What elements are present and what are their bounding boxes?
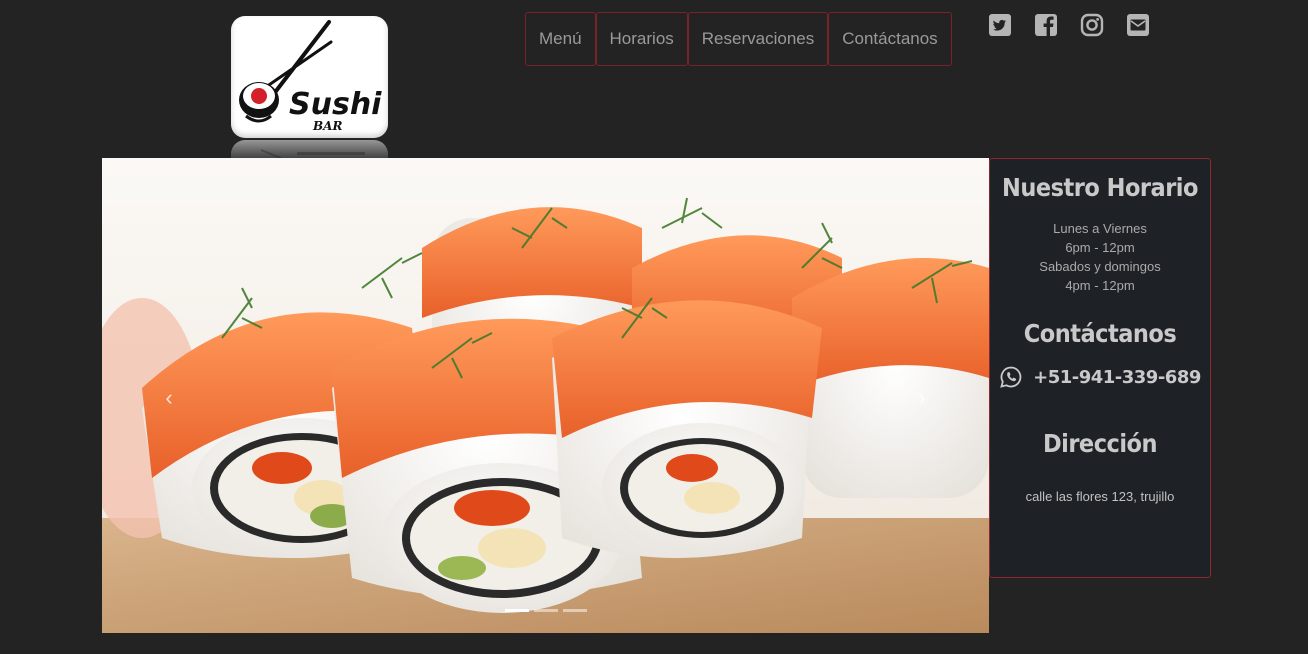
main-nav: Menú Horarios Reservaciones Contáctanos xyxy=(525,12,952,66)
social-links xyxy=(988,13,1150,37)
contact-title: Contáctanos xyxy=(1023,319,1177,348)
envelope-icon[interactable] xyxy=(1126,13,1150,37)
whatsapp-icon xyxy=(1000,366,1022,388)
weekend-hours: 4pm - 12pm xyxy=(1065,278,1135,293)
carousel-indicator-3[interactable] xyxy=(563,609,587,612)
carousel-next-button[interactable]: › xyxy=(912,383,932,413)
phone-row[interactable]: +51-941-339-689 xyxy=(990,365,1210,389)
weekend-label: Sabados y domingos xyxy=(1039,259,1161,274)
carousel-indicator-2[interactable] xyxy=(534,609,558,612)
weekday-label: Lunes a Viernes xyxy=(1053,221,1147,236)
address-title: Dirección xyxy=(1042,429,1158,458)
carousel-indicator-1[interactable] xyxy=(505,609,529,612)
address-text: calle las flores 123, trujillo xyxy=(1025,489,1175,504)
carousel-prev-button[interactable]: ‹ xyxy=(159,383,179,413)
nav-item-horarios[interactable]: Horarios xyxy=(595,12,688,66)
phone-number[interactable]: +51-941-339-689 xyxy=(1033,367,1201,388)
twitter-icon[interactable] xyxy=(988,13,1012,37)
svg-text:Sushi: Sushi xyxy=(289,87,382,122)
hours-title: Nuestro Horario xyxy=(1002,173,1198,202)
schedule: Lunes a Viernes 6pm - 12pm Sabados y dom… xyxy=(990,219,1210,295)
carousel-indicators xyxy=(505,609,587,612)
facebook-icon[interactable] xyxy=(1034,13,1058,37)
svg-text:BAR: BAR xyxy=(312,119,342,133)
nav-item-contactanos[interactable]: Contáctanos xyxy=(828,12,952,66)
logo[interactable]: Sushi BAR xyxy=(231,16,388,164)
instagram-icon[interactable] xyxy=(1080,13,1104,37)
nav-item-reservaciones[interactable]: Reservaciones xyxy=(687,12,829,66)
info-panel: Nuestro Horario Lunes a Viernes 6pm - 12… xyxy=(989,158,1211,578)
weekday-hours: 6pm - 12pm xyxy=(1065,240,1135,255)
nav-item-menu[interactable]: Menú xyxy=(525,12,596,66)
image-carousel[interactable]: ‹ › xyxy=(102,158,989,633)
sushi-photo xyxy=(102,158,989,633)
logo-card: Sushi BAR xyxy=(231,16,388,138)
sushi-logo-icon: Sushi BAR xyxy=(239,20,382,133)
